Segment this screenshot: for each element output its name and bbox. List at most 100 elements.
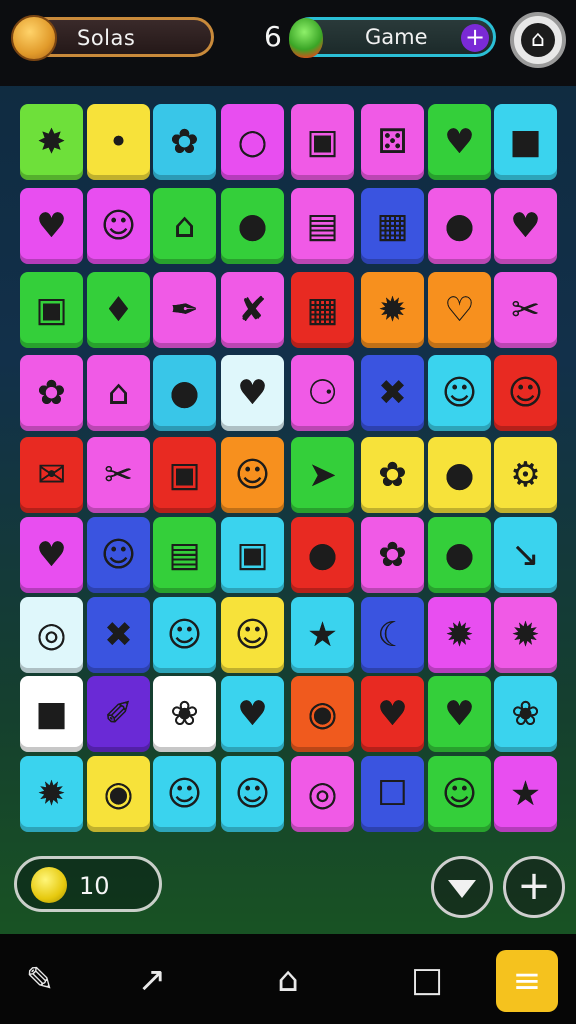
tile[interactable]: ✖ — [361, 355, 424, 431]
tile[interactable]: ☺ — [428, 756, 491, 832]
tile[interactable]: • — [87, 104, 150, 180]
tile[interactable]: ☺ — [428, 355, 491, 431]
tile[interactable]: ◎ — [20, 597, 83, 673]
down-button[interactable] — [431, 856, 493, 918]
tile[interactable]: ☺ — [153, 597, 216, 673]
tile[interactable]: ✹ — [20, 756, 83, 832]
tile[interactable]: ● — [291, 517, 354, 593]
tile[interactable]: ☺ — [87, 517, 150, 593]
tile[interactable]: ▦ — [361, 188, 424, 264]
tile[interactable]: ♥ — [20, 188, 83, 264]
tile-icon: ◎ — [307, 774, 338, 814]
lives-value: 10 — [79, 872, 110, 900]
tile[interactable]: ⌂ — [153, 188, 216, 264]
tile[interactable]: ♦ — [87, 272, 150, 348]
tile[interactable]: ☺ — [87, 188, 150, 264]
tile[interactable]: ▣ — [20, 272, 83, 348]
tile[interactable]: ☺ — [221, 437, 284, 513]
lemon-icon — [31, 867, 67, 903]
tile[interactable]: ❀ — [153, 676, 216, 752]
tile[interactable]: ✐ — [87, 676, 150, 752]
game-counter[interactable]: Game + — [289, 17, 496, 58]
tile[interactable]: ♥ — [361, 676, 424, 752]
tile[interactable]: ♥ — [494, 188, 557, 264]
tile[interactable]: ● — [428, 517, 491, 593]
tile-icon: ✉ — [37, 455, 66, 495]
tile[interactable]: ✂ — [494, 272, 557, 348]
tile[interactable]: ⚄ — [361, 104, 424, 180]
add-button[interactable]: + — [503, 856, 565, 918]
tile-icon: ☺ — [166, 774, 203, 814]
tile[interactable]: ◉ — [87, 756, 150, 832]
lives-counter[interactable]: 10 — [14, 856, 162, 912]
tile-icon: ⚙ — [510, 455, 541, 495]
tile-icon: ☺ — [441, 774, 478, 814]
menu-icon[interactable]: ≡ — [496, 950, 558, 1012]
tile[interactable]: ✸ — [20, 104, 83, 180]
tile-icon: ☺ — [234, 615, 271, 655]
tile[interactable]: ♥ — [20, 517, 83, 593]
home-icon[interactable]: ⌂ — [266, 958, 310, 1002]
tile[interactable]: ○ — [221, 104, 284, 180]
tile[interactable]: ✿ — [153, 104, 216, 180]
tile[interactable]: ✹ — [361, 272, 424, 348]
tile[interactable]: ✿ — [361, 437, 424, 513]
tile[interactable]: ☾ — [361, 597, 424, 673]
tile[interactable]: ☐ — [361, 756, 424, 832]
tile-icon: ▣ — [306, 122, 339, 162]
tile[interactable]: ▣ — [291, 104, 354, 180]
tile[interactable]: ❀ — [494, 676, 557, 752]
shirt-icon: ⌂ — [521, 23, 555, 57]
tile[interactable]: ▣ — [221, 517, 284, 593]
recents-icon[interactable]: □ — [405, 958, 449, 1002]
settings-button[interactable]: ⌂ — [510, 12, 566, 68]
tile[interactable]: ➤ — [291, 437, 354, 513]
tile[interactable]: ⌂ — [87, 355, 150, 431]
tile-icon: ♥ — [377, 694, 408, 734]
tile[interactable]: ◎ — [291, 756, 354, 832]
tile-icon: ☺ — [100, 535, 137, 575]
tile-icon: ♦ — [103, 290, 134, 330]
coin-counter[interactable]: Solas — [11, 15, 214, 61]
edit-icon[interactable]: ↗ — [130, 958, 174, 1002]
tile[interactable]: ♥ — [428, 104, 491, 180]
tile[interactable]: ♡ — [428, 272, 491, 348]
pencil-icon[interactable]: ✎ — [18, 958, 62, 1002]
tile[interactable]: ▤ — [291, 188, 354, 264]
tile[interactable]: ● — [428, 188, 491, 264]
tile[interactable]: ⚆ — [291, 355, 354, 431]
tile-icon: ♥ — [444, 694, 475, 734]
tile[interactable]: ■ — [20, 676, 83, 752]
tile[interactable]: ● — [221, 188, 284, 264]
tile[interactable]: ★ — [494, 756, 557, 832]
tile[interactable]: ⚙ — [494, 437, 557, 513]
tile[interactable]: ☺ — [221, 597, 284, 673]
tile[interactable]: ▤ — [153, 517, 216, 593]
tile[interactable]: ☺ — [153, 756, 216, 832]
tile[interactable]: ★ — [291, 597, 354, 673]
tile[interactable]: ♥ — [428, 676, 491, 752]
tile[interactable]: ▣ — [153, 437, 216, 513]
tile[interactable]: ▦ — [291, 272, 354, 348]
tile[interactable]: ✿ — [20, 355, 83, 431]
tile[interactable]: ✘ — [221, 272, 284, 348]
tile[interactable]: ♥ — [221, 676, 284, 752]
add-game-button[interactable]: + — [461, 24, 489, 52]
tile[interactable]: ✿ — [361, 517, 424, 593]
tile[interactable]: ☺ — [221, 756, 284, 832]
tile[interactable]: ✖ — [87, 597, 150, 673]
tile-icon: ★ — [510, 774, 541, 814]
tile[interactable]: ■ — [494, 104, 557, 180]
tile[interactable]: ✒ — [153, 272, 216, 348]
tile[interactable]: ✂ — [87, 437, 150, 513]
tile[interactable]: ◉ — [291, 676, 354, 752]
tile[interactable]: ● — [428, 437, 491, 513]
tile[interactable]: ✉ — [20, 437, 83, 513]
tile-icon: ⚄ — [377, 122, 408, 162]
tile[interactable]: ✹ — [428, 597, 491, 673]
tile[interactable]: ● — [153, 355, 216, 431]
tile[interactable]: ✹ — [494, 597, 557, 673]
tile[interactable]: ☺ — [494, 355, 557, 431]
tile[interactable]: ↘ — [494, 517, 557, 593]
tile[interactable]: ♥ — [221, 355, 284, 431]
